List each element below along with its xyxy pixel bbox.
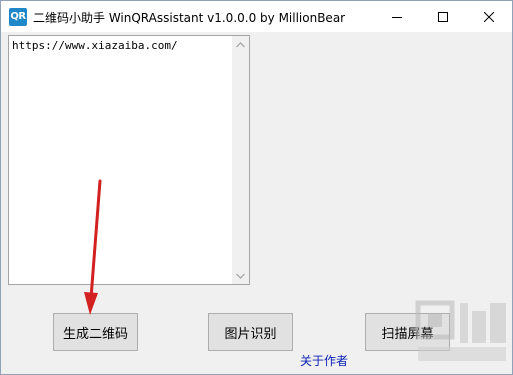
url-text-area[interactable]: https://www.xiazaiba.com/ <box>8 35 250 285</box>
chevron-down-icon <box>236 273 245 279</box>
title-bar[interactable]: QR 二维码小助手 WinQRAssistant v1.0.0.0 by Mil… <box>1 1 512 32</box>
maximize-icon <box>438 11 448 22</box>
minimize-button[interactable] <box>374 1 420 32</box>
chevron-up-icon <box>236 41 245 47</box>
close-icon <box>484 11 494 22</box>
watermark-logo-icon <box>415 300 506 361</box>
close-button[interactable] <box>466 1 512 32</box>
qr-app-icon: QR <box>9 8 27 26</box>
scroll-down-button[interactable] <box>232 267 249 284</box>
url-text-value: https://www.xiazaiba.com/ <box>12 39 178 52</box>
scroll-up-button[interactable] <box>232 36 249 53</box>
minimize-icon <box>392 16 402 18</box>
app-window: QR 二维码小助手 WinQRAssistant v1.0.0.0 by Mil… <box>0 0 513 375</box>
about-author-link[interactable]: 关于作者 <box>300 352 348 369</box>
image-recognize-button[interactable]: 图片识别 <box>208 313 293 351</box>
vertical-scrollbar[interactable] <box>232 36 249 284</box>
window-title: 二维码小助手 WinQRAssistant v1.0.0.0 by Millio… <box>33 11 346 25</box>
maximize-button[interactable] <box>420 1 466 32</box>
generate-qr-button[interactable]: 生成二维码 <box>53 313 138 351</box>
